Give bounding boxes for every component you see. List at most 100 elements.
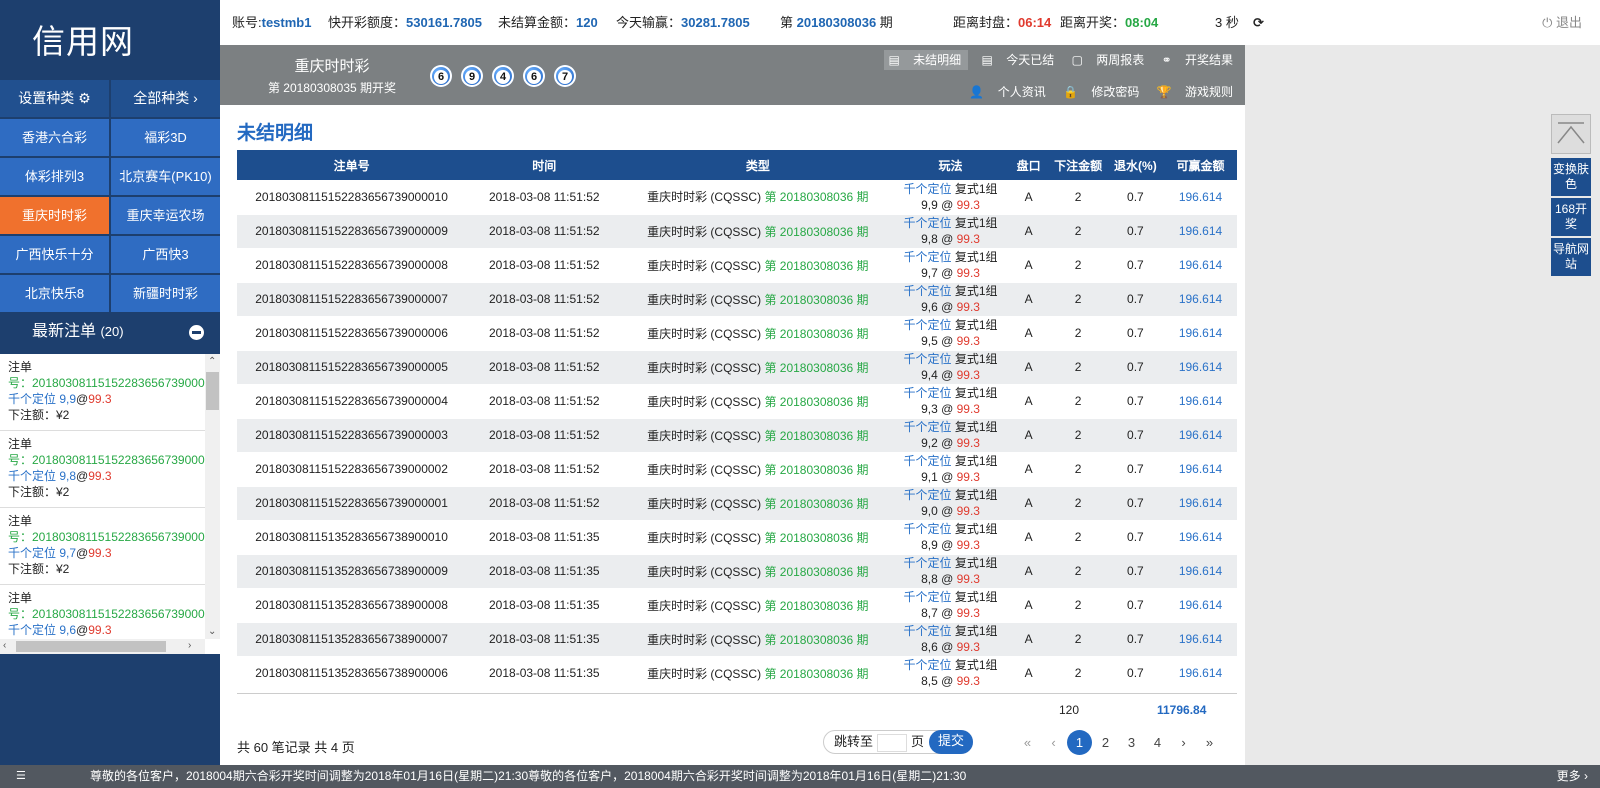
game-cqssc[interactable]: 重庆时时彩 (0, 197, 109, 234)
link-results[interactable]: ⚭ 开奖结果 (1160, 50, 1237, 70)
kaijiang-168-button[interactable]: 168开奖 (1551, 198, 1591, 236)
recent-bets-header[interactable]: 最新注单 (20) (0, 312, 220, 352)
bet-win: 196.614 (1164, 384, 1237, 419)
logout-button[interactable]: ⏻ 退出 (1542, 0, 1582, 45)
main-content: 未结明细 注单号 时间 类型 玩法 盘口 下注金额 退水(%) 可赢金额 201… (220, 105, 1245, 765)
submit-button[interactable]: 提交 (929, 730, 973, 754)
bet-amount: 2 (1049, 248, 1107, 283)
more-notices-link[interactable]: 更多 › (1557, 765, 1588, 788)
page-number-input[interactable] (877, 733, 908, 752)
all-categories-button[interactable]: 全部种类 › (111, 80, 220, 117)
logo: 信用网 (32, 22, 134, 61)
page-4-button[interactable]: 4 (1145, 730, 1170, 755)
set-categories-button[interactable]: 设置种类 ⚙ (0, 80, 109, 117)
table-row: 20180308115135283656738900006 2018-03-08 … (237, 656, 1237, 691)
horizontal-scrollbar[interactable]: ‹ › (0, 639, 205, 654)
result-ball: 9 (461, 65, 483, 87)
bet-rebate: 0.7 (1106, 418, 1165, 453)
bet-rebate: 0.7 (1106, 520, 1165, 555)
quota-label: 快开彩额度： (328, 15, 407, 30)
recent-bets-panel[interactable]: 注单 号：201803081151522836567390000 千个定位 9,9@… (0, 354, 220, 654)
page-jump: 跳转至 页 提交 (823, 730, 973, 754)
bet-amount: 2 (1049, 520, 1107, 555)
today-label: 今天输赢： (616, 15, 682, 30)
bet-id: 20180308115135283656738900009 (237, 554, 467, 589)
game-xj-ssc[interactable]: 新疆时时彩 (111, 275, 220, 312)
table-row: 20180308115152283656739000004 2018-03-08 … (237, 384, 1237, 419)
bet-rebate: 0.7 (1106, 180, 1165, 215)
scroll-thumb[interactable] (16, 641, 166, 652)
bet-id: 20180308115152283656739000009 (237, 214, 467, 249)
table-row: 20180308115135283656738900008 2018-03-08 … (237, 588, 1237, 623)
totals-row: 120 11796.84 (237, 693, 1237, 725)
bet-win: 196.614 (1164, 554, 1237, 589)
change-skin-button[interactable]: 变换肤色 (1551, 158, 1591, 196)
game-pk10[interactable]: 北京赛车(PK10) (111, 158, 220, 195)
scroll-thumb[interactable] (206, 372, 219, 410)
prev-page-button[interactable]: ‹ (1041, 730, 1066, 755)
col-amount: 下注金额 (1049, 150, 1107, 180)
scroll-down-icon[interactable]: ⌄ (208, 626, 216, 637)
col-play: 玩法 (893, 150, 1008, 180)
scroll-left-icon[interactable]: ‹ (3, 640, 6, 651)
bet-win: 196.614 (1164, 588, 1237, 623)
collapse-icon[interactable] (189, 325, 204, 340)
link-today-settled[interactable]: ▤ 今天已结 (980, 50, 1059, 70)
link-profile[interactable]: 👤 个人资讯 (967, 82, 1049, 102)
link-unsettled[interactable]: ▤ 未结明细 (883, 50, 969, 70)
account-label: 账号: (232, 15, 262, 30)
bet-id: 20180308115135283656738900008 (237, 588, 467, 623)
back-to-top-button[interactable] (1551, 114, 1591, 154)
game-fucai-3d[interactable]: 福彩3D (111, 119, 220, 156)
bet-id: 20180308115135283656738900007 (237, 622, 467, 657)
page-2-button[interactable]: 2 (1093, 730, 1118, 755)
refresh-icon[interactable]: ⟳ (1253, 0, 1264, 45)
bet-rebate: 0.7 (1106, 384, 1165, 419)
refresh-timer: 3 秒 (1215, 15, 1239, 30)
vertical-scrollbar[interactable]: ⌃ ⌄ (205, 354, 220, 639)
page-1-button[interactable]: 1 (1067, 730, 1092, 755)
col-bet-id: 注单号 (237, 150, 467, 180)
game-pl3[interactable]: 体彩排列3 (0, 158, 109, 195)
link-rules[interactable]: 🏆 游戏规则 (1155, 82, 1237, 102)
col-win: 可赢金额 (1164, 150, 1237, 180)
bet-play: 千个定位 复式1组 9,0 @ 99.3 (893, 486, 1008, 521)
result-ball: 7 (554, 65, 576, 87)
game-bj-happy-8[interactable]: 北京快乐8 (0, 275, 109, 312)
bet-win: 196.614 (1164, 452, 1237, 487)
scroll-up-icon[interactable]: ⌃ (208, 356, 216, 367)
bet-handicap: A (1007, 656, 1050, 691)
bet-type: 重庆时时彩 (CQSSC) 第 20180308036 期 (622, 588, 894, 623)
next-page-button[interactable]: › (1171, 730, 1196, 755)
table-row: 20180308115152283656739000008 2018-03-08 … (237, 248, 1237, 283)
bet-play: 千个定位 复式1组 8,6 @ 99.3 (893, 622, 1008, 657)
first-page-button[interactable]: « (1015, 730, 1040, 755)
scroll-right-icon[interactable]: › (188, 640, 191, 651)
today-info: 今天输赢：30281.7805 (616, 0, 750, 45)
report-links: ▤ 未结明细 ▤ 今天已结 ▢ 两周报表 ⚭ 开奖结果 (876, 50, 1238, 70)
link-two-week-report[interactable]: ▢ 两周报表 (1070, 50, 1149, 70)
result-ball: 6 (430, 65, 452, 87)
bet-amount: 2 (1049, 486, 1107, 521)
bet-type: 重庆时时彩 (CQSSC) 第 20180308036 期 (622, 554, 894, 589)
game-cq-lucky-farm[interactable]: 重庆幸运农场 (111, 197, 220, 234)
game-gx-happy-ten[interactable]: 广西快乐十分 (0, 236, 109, 273)
nav-site-button[interactable]: 导航网站 (1551, 238, 1591, 276)
bet-rebate: 0.7 (1106, 554, 1165, 589)
bet-type: 重庆时时彩 (CQSSC) 第 20180308036 期 (622, 656, 894, 691)
bet-time: 2018-03-08 11:51:52 (466, 486, 623, 521)
bet-type: 重庆时时彩 (CQSSC) 第 20180308036 期 (622, 622, 894, 657)
table-row: 20180308115135283656738900010 2018-03-08 … (237, 520, 1237, 555)
bet-id: 20180308115152283656739000003 (237, 418, 467, 453)
bet-handicap: A (1007, 520, 1050, 555)
recent-bets-list: 注单 号：201803081151522836567390000 千个定位 9,9@… (0, 354, 205, 639)
result-ball: 4 (492, 65, 514, 87)
table-row: 20180308115135283656738900007 2018-03-08 … (237, 622, 1237, 657)
game-gx-k3[interactable]: 广西快3 (111, 236, 220, 273)
last-page-button[interactable]: » (1197, 730, 1222, 755)
table-body: 20180308115152283656739000010 2018-03-08 … (237, 180, 1237, 691)
page-3-button[interactable]: 3 (1119, 730, 1144, 755)
bet-id: 20180308115152283656739000008 (237, 248, 467, 283)
game-hk-mark-six[interactable]: 香港六合彩 (0, 119, 109, 156)
link-change-password[interactable]: 🔒 修改密码 (1061, 82, 1143, 102)
